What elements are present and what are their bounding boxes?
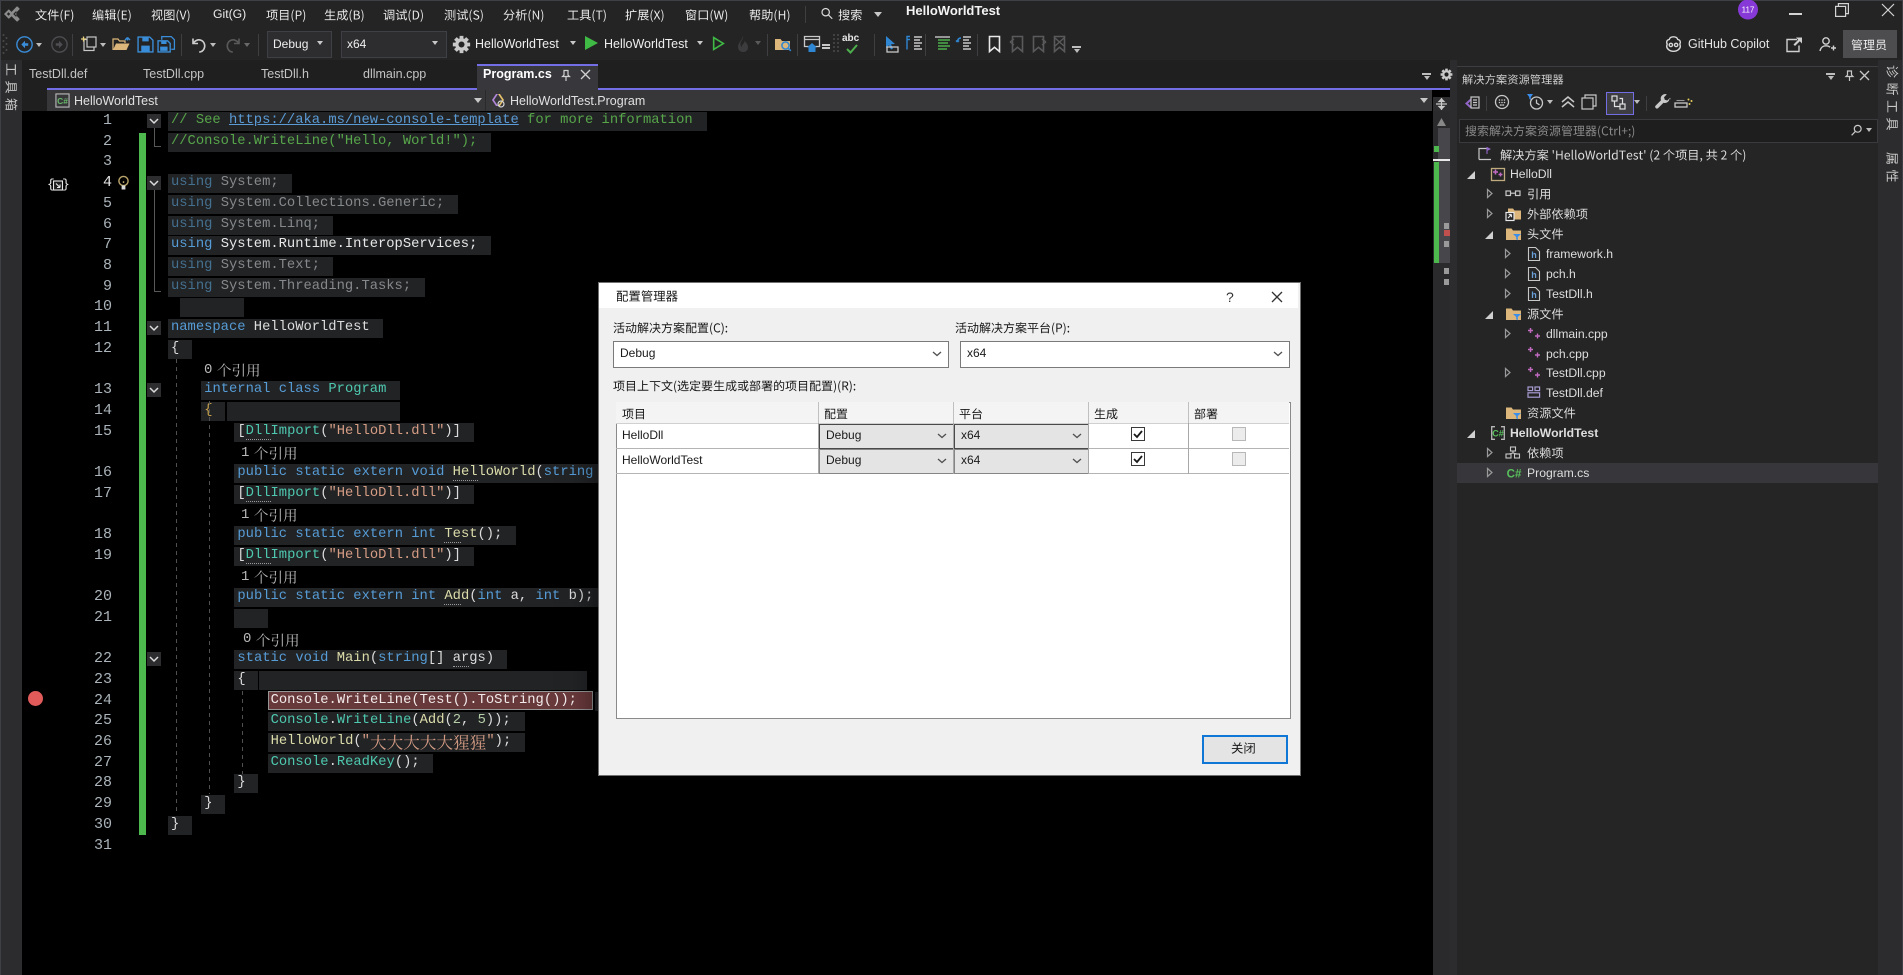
svg-text:C#: C# (1492, 429, 1504, 439)
svg-text:h: h (1531, 290, 1537, 300)
svg-text:117: 117 (1742, 6, 1755, 15)
svg-text:h: h (1531, 270, 1537, 280)
svg-text:}: } (62, 177, 70, 192)
svg-text:C#: C# (1507, 469, 1522, 481)
svg-text:C#: C# (57, 96, 68, 106)
svg-text:h: h (1531, 250, 1537, 260)
